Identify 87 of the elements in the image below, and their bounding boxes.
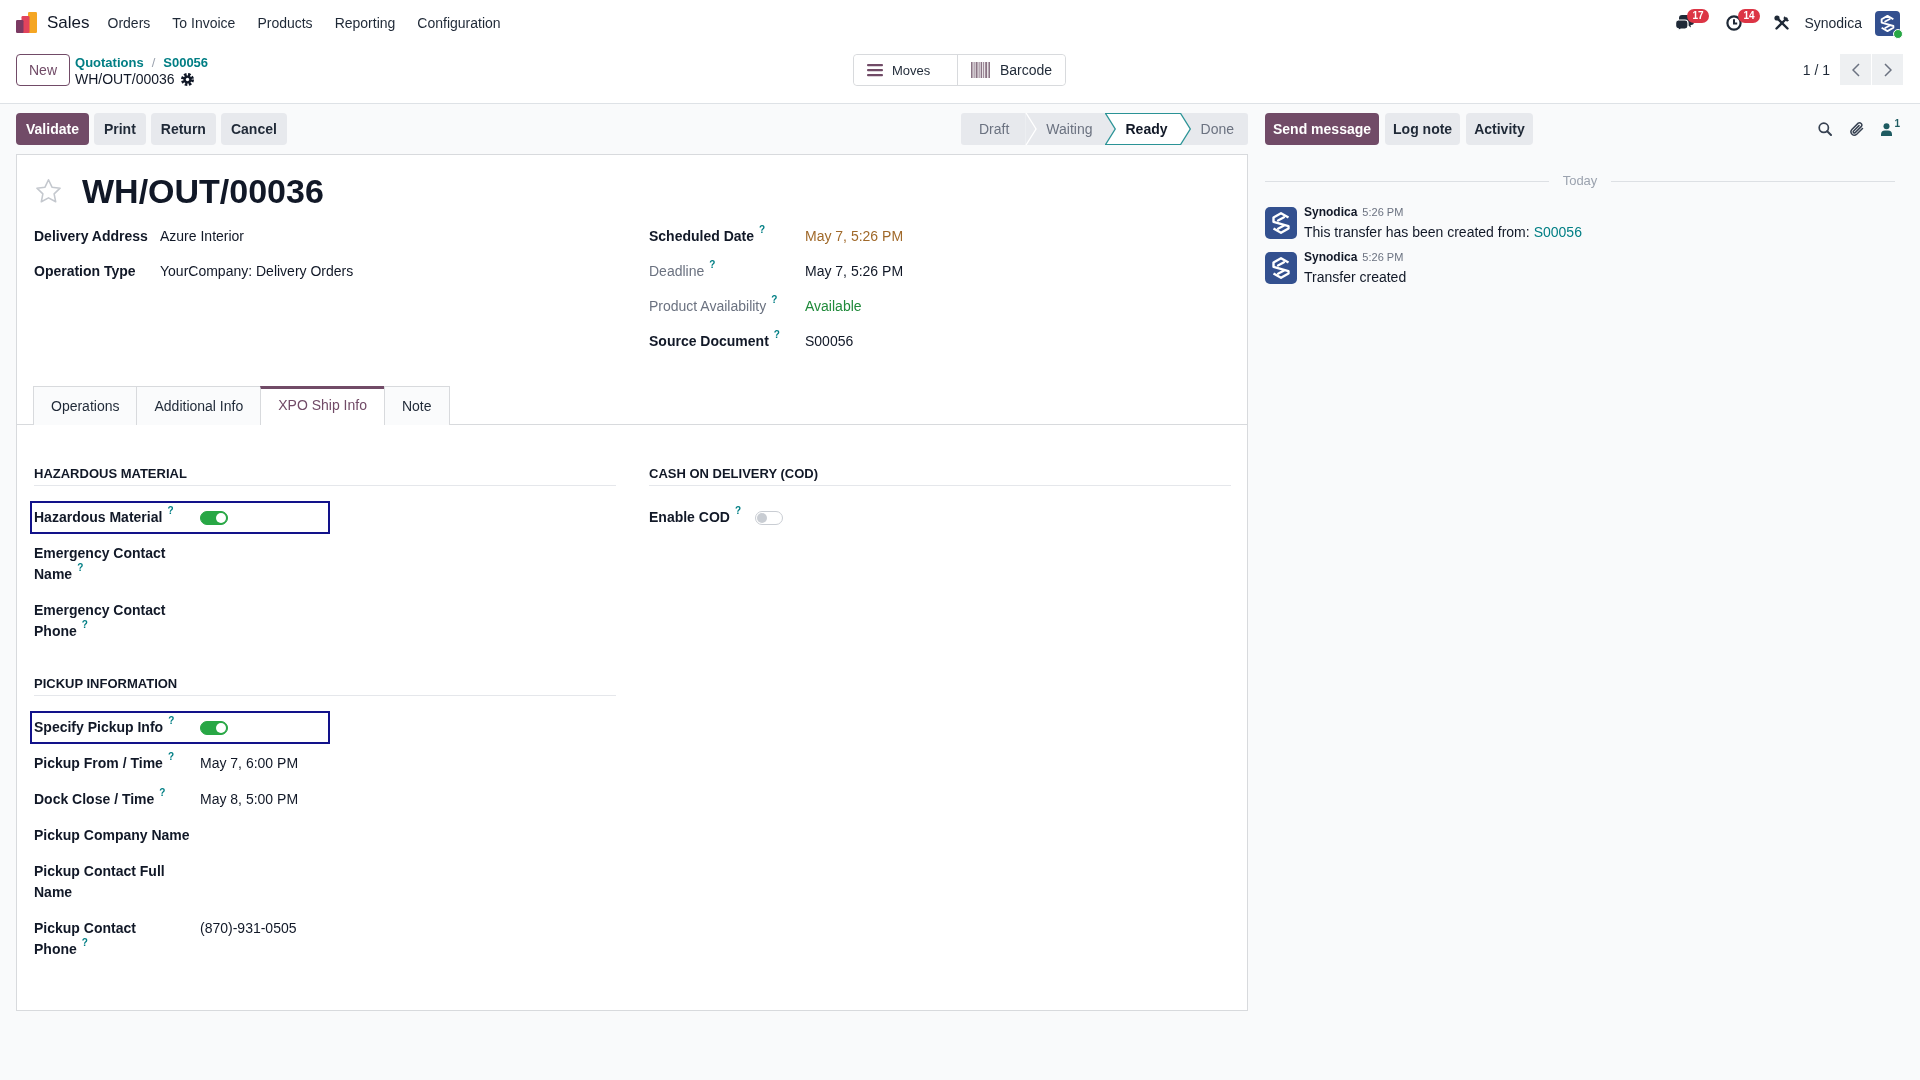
action-button[interactable]: Print — [93, 113, 146, 145]
field-value: S00056 — [805, 332, 855, 351]
field-value: Azure Interior — [160, 227, 246, 246]
field-label: Pickup Company Name — [34, 826, 190, 845]
field-value: (870)-931-0505 — [200, 919, 298, 938]
author-avatar-icon — [1265, 207, 1297, 239]
toggle-switch[interactable] — [200, 721, 228, 735]
breadcrumb-link[interactable]: S00056 — [163, 55, 209, 71]
record-link[interactable]: S00056 — [1533, 224, 1582, 240]
status-stage[interactable]: Ready — [1104, 113, 1180, 145]
pager-counter: 1 / 1 — [1802, 61, 1830, 78]
menu-item[interactable]: To Invoice — [161, 15, 247, 31]
company-name[interactable]: Synodica — [1804, 15, 1862, 31]
field-label: Pickup Contact Full Name — [34, 862, 166, 902]
count-badge: 14 — [1738, 9, 1760, 23]
field-value: May 7, 6:00 PM — [200, 754, 300, 773]
field-value: May 7, 5:26 PM — [805, 227, 905, 246]
action-button[interactable]: Validate — [16, 113, 89, 145]
paperclip-icon[interactable] — [1849, 121, 1865, 137]
chatter-button[interactable]: Send message — [1265, 113, 1380, 145]
new-button[interactable]: New — [16, 54, 70, 86]
breadcrumb-separator: / — [151, 55, 156, 71]
author-name: Synodica — [1304, 204, 1358, 220]
message-time: 5:26 PM — [1362, 205, 1404, 220]
barcode-icon — [970, 62, 990, 78]
field-label: Scheduled Date $^{?}$ — [649, 225, 766, 246]
record-title: WH/OUT/00036 — [82, 171, 324, 211]
menu-item[interactable]: Configuration — [406, 15, 512, 31]
section-heading: CASH ON DELIVERY (COD) — [649, 465, 1231, 486]
chevron-left-icon — [1851, 62, 1860, 77]
message-body: This transfer has been created from: S00056 — [1304, 223, 1582, 242]
record-name: WH/OUT/00036 — [75, 71, 175, 88]
list-icon — [866, 63, 883, 77]
field-label: Enable COD $^{?}$ — [649, 507, 741, 527]
chatter-button[interactable]: Activity — [1466, 113, 1533, 145]
app-logo-icon[interactable] — [16, 11, 37, 33]
chevron-right-icon — [1883, 62, 1892, 77]
menu-item[interactable]: Reporting — [323, 15, 407, 31]
tab[interactable]: XPO Ship Info — [260, 386, 385, 425]
status-stage[interactable]: Waiting — [1025, 113, 1105, 145]
message-time: 5:26 PM — [1362, 250, 1404, 265]
status-stage[interactable]: Done — [1179, 113, 1248, 145]
toggle-switch[interactable] — [200, 511, 228, 525]
author-avatar-icon — [1265, 252, 1297, 284]
tab[interactable]: Additional Info — [136, 386, 262, 425]
field-label: Delivery Address — [34, 227, 148, 246]
chatter-button[interactable]: Log note — [1385, 113, 1461, 145]
breadcrumb-link[interactable]: Quotations — [75, 55, 144, 71]
online-status-icon — [1893, 28, 1903, 39]
field-label: Product Availability $^{?}$ — [649, 295, 778, 316]
field-label: Source Document $^{?}$ — [649, 330, 780, 351]
menu-item[interactable]: Orders — [96, 15, 162, 31]
clock-icon[interactable] — [1726, 15, 1743, 31]
app-name[interactable]: Sales — [47, 13, 90, 33]
field-label: Operation Type — [34, 262, 136, 281]
star-icon[interactable] — [35, 178, 62, 204]
date-divider-label: Today — [1562, 172, 1598, 190]
person-icon — [1881, 122, 1893, 136]
field-label: Hazardous Material $^{?}$ — [34, 507, 174, 527]
field-label: Specify Pickup Info $^{?}$ — [34, 717, 175, 737]
gear-icon[interactable] — [180, 73, 194, 86]
status-stage[interactable]: Draft — [961, 113, 1026, 145]
tools-icon[interactable] — [1774, 15, 1791, 31]
field-value: Available — [805, 297, 863, 316]
action-button[interactable]: Cancel — [220, 113, 287, 145]
toggle-switch[interactable] — [755, 511, 783, 525]
field-value: May 8, 5:00 PM — [200, 790, 300, 809]
action-button[interactable]: Return — [150, 113, 216, 145]
field-label: Emergency Contact Name $^{?}$ — [34, 544, 167, 584]
field-value: YourCompany: Delivery Orders — [160, 262, 355, 281]
field-label: Emergency Contact Phone $^{?}$ — [34, 601, 167, 641]
field-label: Deadline $^{?}$ — [649, 260, 716, 281]
company-logo-icon[interactable] — [1875, 10, 1900, 36]
message-body: Transfer created — [1304, 268, 1407, 287]
menu-item[interactable]: Products — [246, 15, 324, 31]
section-heading: HAZARDOUS MATERIAL — [34, 465, 616, 486]
toolbar-button[interactable]: Barcode — [956, 55, 1066, 85]
tab[interactable]: Operations — [33, 386, 138, 425]
field-label: Dock Close / Time $^{?}$ — [34, 789, 166, 809]
field-label: Pickup Contact Phone $^{?}$ — [34, 919, 137, 959]
field-value: May 7, 5:26 PM — [805, 262, 905, 281]
tab[interactable]: Note — [383, 386, 450, 425]
search-icon[interactable] — [1818, 122, 1833, 136]
count-badge: 17 — [1687, 9, 1709, 23]
section-heading: PICKUP INFORMATION — [34, 675, 616, 696]
author-name: Synodica — [1304, 249, 1358, 265]
field-label: Pickup From / Time $^{?}$ — [34, 753, 174, 773]
